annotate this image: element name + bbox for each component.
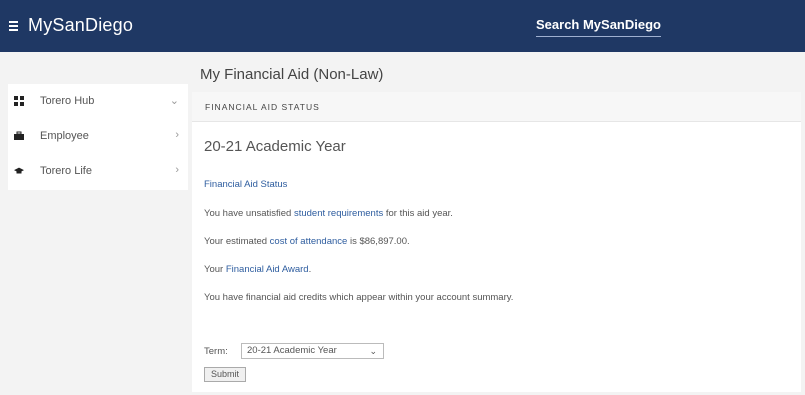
section-title: FINANCIAL AID STATUS [205,102,320,112]
requirements-prefix: You have unsatisfied [204,208,294,219]
requirements-suffix: for this aid year. [383,208,453,219]
top-bar: MySanDiego Search MySanDiego [0,0,805,52]
brand-logo-text[interactable]: MySanDiego [28,15,133,36]
award-line: Your Financial Aid Award. [204,264,311,275]
student-requirements-link[interactable]: student requirements [294,208,383,219]
term-label: Term: [204,346,228,357]
menu-icon[interactable] [9,21,18,31]
requirements-line: You have unsatisfied student requirement… [204,208,453,219]
sidebar-item-employee[interactable]: Employee › [8,119,188,154]
award-suffix: . [308,264,312,275]
chevron-down-icon: ⌄ [369,346,377,356]
section-header: FINANCIAL AID STATUS [192,92,801,122]
sidebar-item-torero-hub[interactable]: Torero Hub ⌄ [8,84,188,119]
briefcase-icon [14,131,24,141]
chevron-right-icon: › [175,164,179,176]
term-select[interactable]: 20-21 Academic Year ⌄ [241,343,384,359]
financial-aid-status-link[interactable]: Financial Aid Status [204,179,287,190]
status-line: Financial Aid Status [204,179,287,190]
sidebar-item-torero-life[interactable]: Torero Life › [8,154,188,189]
cost-prefix: Your estimated [204,236,270,247]
term-select-value: 20-21 Academic Year [247,345,337,356]
sidebar-item-label: Torero Life [40,165,92,177]
credits-text: You have financial aid credits which app… [204,292,514,303]
cost-of-attendance-link[interactable]: cost of attendance [270,236,348,247]
cost-line: Your estimated cost of attendance is $86… [204,236,410,247]
award-prefix: Your [204,264,226,275]
chevron-right-icon: › [175,129,179,141]
sidebar: Torero Hub ⌄ Employee › Torero Life › [8,84,188,190]
financial-aid-panel: FINANCIAL AID STATUS 20-21 Academic Year… [192,92,801,392]
academic-year-heading: 20-21 Academic Year [204,138,346,155]
financial-aid-award-link[interactable]: Financial Aid Award [226,264,309,275]
submit-button[interactable]: Submit [204,367,246,382]
dashboard-icon [14,96,24,106]
search-link[interactable]: Search MySanDiego [536,17,661,37]
sidebar-item-label: Torero Hub [40,95,95,107]
term-row: Term: 20-21 Academic Year ⌄ [204,343,384,359]
chevron-down-icon: ⌄ [169,95,179,107]
cost-suffix: is $86,897.00. [347,236,410,247]
page-title: My Financial Aid (Non-Law) [200,66,384,83]
graduation-cap-icon [14,166,24,176]
sidebar-item-label: Employee [40,130,89,142]
